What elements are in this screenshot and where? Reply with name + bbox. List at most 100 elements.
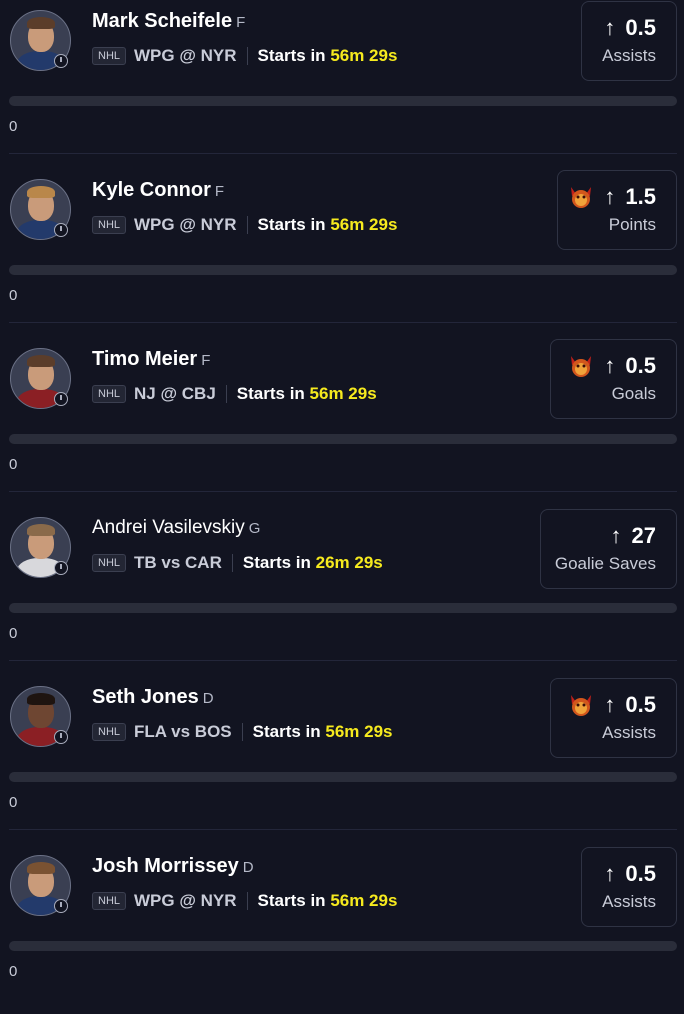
projection-button[interactable]: ↑ 27 Goalie Saves xyxy=(540,509,677,589)
arrow-up-icon: ↑ xyxy=(604,184,616,209)
stat-type: Assists xyxy=(602,46,656,65)
game-info: NHL NJ @ CBJ Starts in 56m 29s xyxy=(92,383,377,405)
divider xyxy=(225,385,227,403)
league-badge: NHL xyxy=(92,385,127,403)
line-value: 0.5 xyxy=(625,861,656,886)
prop-card[interactable]: Andrei Vasilevskiy G NHL TB vs CAR Starts… xyxy=(0,507,684,676)
divider xyxy=(231,554,233,572)
projection-button[interactable]: ↑ 0.5 Assists xyxy=(550,678,677,758)
start-time: Starts in 56m 29s xyxy=(236,384,377,403)
player-position: F xyxy=(201,352,211,369)
player-name: Kyle Connor F xyxy=(92,179,225,201)
arrow-up-icon: ↑ xyxy=(604,353,616,378)
league-badge: NHL xyxy=(92,723,127,741)
divider xyxy=(241,723,243,741)
clock-icon xyxy=(54,730,68,744)
matchup: FLA vs BOS xyxy=(134,722,232,741)
player-name: Andrei Vasilevskiy G xyxy=(92,517,261,538)
countdown: 56m 29s xyxy=(330,891,398,910)
matchup: WPG @ NYR xyxy=(134,46,237,65)
arrow-up-icon: ↑ xyxy=(610,523,622,548)
divider xyxy=(9,491,677,492)
prop-card[interactable]: Timo Meier F NHL NJ @ CBJ Starts in 56m 2… xyxy=(0,338,684,507)
game-info: NHL WPG @ NYR Starts in 56m 29s xyxy=(92,214,397,236)
arrow-up-icon: ↑ xyxy=(604,15,616,40)
matchup: WPG @ NYR xyxy=(134,215,237,234)
divider xyxy=(9,153,677,154)
divider xyxy=(9,322,677,323)
player-position: F xyxy=(214,183,225,200)
progress-bar xyxy=(9,434,677,444)
stat-type: Points xyxy=(608,215,656,234)
league-badge: NHL xyxy=(92,216,127,234)
prop-card[interactable]: Mark Scheifele F NHL WPG @ NYR Starts in … xyxy=(0,0,684,169)
progress-bar xyxy=(9,603,677,613)
clock-icon xyxy=(54,392,68,406)
game-info: NHL FLA vs BOS Starts in 56m 29s xyxy=(92,721,393,743)
player-position: F xyxy=(236,14,246,31)
clock-icon xyxy=(54,899,68,913)
matchup: WPG @ NYR xyxy=(134,891,237,910)
progress-count: 0 xyxy=(9,625,18,642)
divider xyxy=(9,660,677,661)
projection-button[interactable]: ↑ 0.5 Assists xyxy=(581,1,677,81)
matchup: NJ @ CBJ xyxy=(134,384,216,403)
divider xyxy=(246,892,248,910)
prop-card[interactable]: Seth Jones D NHL FLA vs BOS Starts in 56m… xyxy=(0,676,684,845)
start-time: Starts in 56m 29s xyxy=(257,215,398,234)
start-time: Starts in 56m 29s xyxy=(252,722,393,741)
line-value: 0.5 xyxy=(625,692,656,717)
progress-bar xyxy=(9,941,677,951)
projection-button[interactable]: ↑ 0.5 Assists xyxy=(581,847,677,927)
stat-type: Goalie Saves xyxy=(554,554,656,573)
demon-icon xyxy=(571,356,592,377)
progress-bar xyxy=(9,265,677,275)
game-info: NHL WPG @ NYR Starts in 56m 29s xyxy=(92,890,397,912)
prop-card[interactable]: Josh Morrissey D NHL WPG @ NYR Starts in … xyxy=(0,845,684,1014)
progress-count: 0 xyxy=(9,963,18,980)
clock-icon xyxy=(54,223,68,237)
player-name: Mark Scheifele F xyxy=(92,10,246,32)
divider xyxy=(246,47,248,65)
line-value: 0.5 xyxy=(625,15,656,40)
league-badge: NHL xyxy=(92,554,127,572)
player-position: D xyxy=(242,859,254,876)
clock-icon xyxy=(54,561,68,575)
line-value: 27 xyxy=(631,523,656,548)
game-info: NHL TB vs CAR Starts in 26m 29s xyxy=(92,552,383,574)
countdown: 56m 29s xyxy=(309,384,377,403)
league-badge: NHL xyxy=(92,892,127,910)
demon-icon xyxy=(571,695,592,716)
prop-card[interactable]: Kyle Connor F NHL WPG @ NYR Starts in 56m… xyxy=(0,169,684,338)
divider xyxy=(246,216,248,234)
start-time: Starts in 56m 29s xyxy=(257,891,398,910)
progress-bar xyxy=(9,96,677,106)
stat-type: Assists xyxy=(602,892,656,911)
progress-bar xyxy=(9,772,677,782)
countdown: 56m 29s xyxy=(330,46,398,65)
arrow-up-icon: ↑ xyxy=(604,861,616,886)
player-name: Seth Jones D xyxy=(92,686,214,708)
countdown: 56m 29s xyxy=(330,215,398,234)
player-position: D xyxy=(202,690,214,707)
matchup: TB vs CAR xyxy=(134,553,222,572)
player-position: G xyxy=(248,520,261,537)
player-name: Timo Meier F xyxy=(92,348,211,370)
progress-count: 0 xyxy=(9,118,18,135)
demon-icon xyxy=(571,187,592,208)
league-badge: NHL xyxy=(92,47,127,65)
projection-button[interactable]: ↑ 1.5 Points xyxy=(557,170,677,250)
player-name: Josh Morrissey D xyxy=(92,855,254,877)
game-info: NHL WPG @ NYR Starts in 56m 29s xyxy=(92,45,397,67)
stat-type: Assists xyxy=(602,723,656,742)
start-time: Starts in 56m 29s xyxy=(257,46,398,65)
stat-type: Goals xyxy=(611,384,656,403)
progress-count: 0 xyxy=(9,287,18,304)
progress-count: 0 xyxy=(9,456,18,473)
projection-button[interactable]: ↑ 0.5 Goals xyxy=(550,339,677,419)
countdown: 26m 29s xyxy=(315,553,383,572)
clock-icon xyxy=(54,54,68,68)
arrow-up-icon: ↑ xyxy=(604,692,616,717)
countdown: 56m 29s xyxy=(325,722,393,741)
line-value: 0.5 xyxy=(625,353,656,378)
